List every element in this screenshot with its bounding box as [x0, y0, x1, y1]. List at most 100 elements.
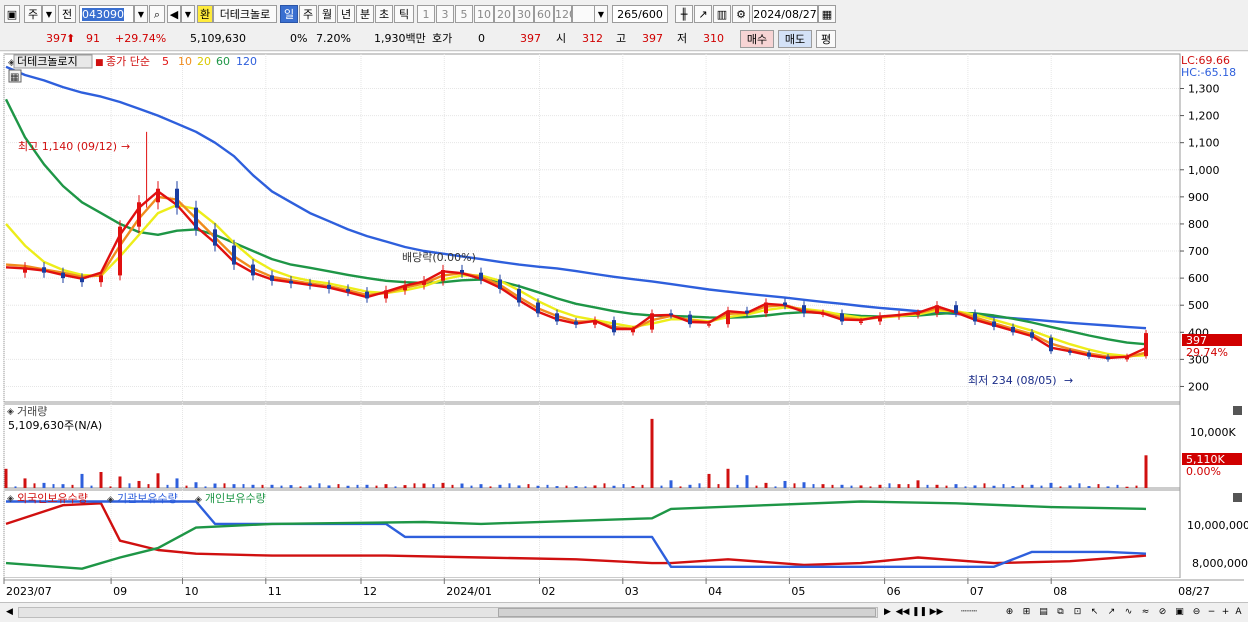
prev-button[interactable]: 전	[58, 5, 76, 23]
volume-bar	[213, 483, 217, 488]
rewind-icon[interactable]: ◀◀	[895, 606, 910, 619]
candle	[23, 267, 27, 273]
volume-bar	[52, 484, 55, 488]
candle	[992, 321, 996, 327]
candle	[517, 288, 521, 303]
minute-5-button[interactable]: 5	[455, 5, 473, 23]
crosshair-icon[interactable]: ⊕	[1002, 606, 1017, 619]
volume-tick-label: 10,000K	[1190, 426, 1236, 439]
period-minute-button[interactable]: 분	[356, 5, 374, 23]
link-icon[interactable]: ⊘	[1155, 606, 1170, 619]
date-tick-label: 11	[268, 585, 282, 598]
scroll-thumb[interactable]	[498, 608, 876, 617]
code-dropdown-icon[interactable]: ▼	[134, 5, 148, 23]
buy-button[interactable]: 매수	[740, 30, 774, 48]
pause-icon[interactable]: ❚❚	[912, 606, 927, 619]
chart-scrollbar[interactable]: ◀ ▶ ◀◀ ❚❚ ▶▶ ┄┄┄ ⊕ ⊞ ▤ ⧉ ⊡ ↖ ↗ ∿ ≈ ⊘ ▣ ⊖…	[0, 602, 1248, 622]
sound-dropdown-icon[interactable]: ▼	[181, 5, 195, 23]
stock-name[interactable]: 더테크놀로	[213, 5, 277, 23]
candle	[460, 269, 464, 273]
minute-30-button[interactable]: 30	[514, 5, 534, 23]
date-tick-label: 02	[542, 585, 556, 598]
exchange-button[interactable]: 환	[197, 5, 213, 23]
hoga-label: 호가	[432, 32, 453, 45]
volume-bar	[175, 478, 179, 488]
volume-bar	[251, 484, 255, 488]
period-first-button[interactable]: 주	[24, 5, 42, 23]
volume-bar	[90, 485, 93, 488]
arrow-tool-icon[interactable]: ↖	[1087, 606, 1102, 619]
minute-20-button[interactable]: 20	[494, 5, 514, 23]
minute-10-button[interactable]: 10	[474, 5, 494, 23]
candle	[1011, 326, 1015, 333]
sound-icon[interactable]: ◀	[167, 5, 181, 23]
period-second-button[interactable]: 초	[375, 5, 393, 23]
candle	[251, 264, 255, 276]
trend-tool-icon[interactable]: ↗	[1104, 606, 1119, 619]
minute-dropdown-icon[interactable]: ▼	[594, 5, 608, 23]
print-icon[interactable]: ▥	[713, 5, 731, 23]
volume-bar	[308, 485, 312, 488]
capture-icon[interactable]: ▣	[1172, 606, 1187, 619]
date-tick-label: 10	[185, 585, 199, 598]
minute-60-button[interactable]: 60	[534, 5, 554, 23]
price-tick-label: 700	[1188, 245, 1209, 258]
zoom-out-icon[interactable]: ⊖	[1189, 606, 1204, 619]
minute-1-button[interactable]: 1	[417, 5, 435, 23]
turnover-ratio: 7.20%	[316, 32, 351, 45]
code-input[interactable]: 043090	[79, 5, 134, 23]
stock-chart[interactable]: 2003004005006007008009001,0001,1001,2001…	[0, 52, 1248, 602]
period-tick-button[interactable]: 틱	[394, 5, 414, 23]
candle-type-icon[interactable]: ╫	[675, 5, 693, 23]
high-label: 고	[616, 32, 627, 45]
holdings-pane-close-icon[interactable]	[1233, 493, 1242, 502]
calendar-icon[interactable]: ▦	[818, 5, 836, 23]
split-view-icon[interactable]: ⊞	[1019, 606, 1034, 619]
volume-value: 5,109,630	[190, 32, 246, 45]
gear-icon[interactable]: ⚙	[732, 5, 750, 23]
sell-button[interactable]: 매도	[778, 30, 812, 48]
count-input[interactable]: 265/600	[612, 5, 668, 23]
draw-tool-icon[interactable]: ↗	[694, 5, 712, 23]
holdings-tick-2: 8,000,000	[1192, 557, 1248, 570]
volume-bar	[337, 484, 340, 488]
zoom-slider[interactable]: ┄┄┄	[950, 606, 988, 619]
search-icon[interactable]: ⌕	[149, 5, 165, 23]
wave-tool-icon[interactable]: ≈	[1138, 606, 1153, 619]
holdings-tick-1: 10,000,000	[1187, 519, 1248, 532]
window-icon[interactable]: ▣	[4, 5, 20, 23]
candle	[555, 313, 559, 322]
volume-pane-close-icon[interactable]	[1233, 406, 1242, 415]
volume-last-pct: 0.00%	[1186, 465, 1221, 478]
pin-icon[interactable]: ⊡	[1070, 606, 1085, 619]
scroll-left-icon[interactable]: ◀	[2, 606, 17, 619]
volume-bar	[574, 486, 578, 488]
minute-3-button[interactable]: 3	[436, 5, 454, 23]
candle	[42, 267, 46, 273]
period-month-button[interactable]: 월	[318, 5, 336, 23]
candle	[707, 324, 711, 326]
period-day-button[interactable]: 일	[280, 5, 298, 23]
minute-120-button[interactable]: 120	[554, 5, 576, 23]
volume-bar	[118, 476, 122, 488]
text-tool-icon[interactable]: A	[1231, 606, 1246, 619]
volume-bar	[755, 485, 758, 488]
scroll-right-icon[interactable]: ▶	[880, 606, 895, 619]
volume-bar	[441, 482, 445, 488]
forward-icon[interactable]: ▶▶	[929, 606, 944, 619]
volume-bar	[1049, 482, 1053, 488]
minus-icon[interactable]: −	[1204, 606, 1219, 619]
volume-bar	[223, 483, 226, 488]
period-week-button[interactable]: 주	[299, 5, 317, 23]
chevron-down-icon[interactable]: ▼	[42, 5, 56, 23]
period-year-button[interactable]: 년	[337, 5, 355, 23]
copy-icon[interactable]: ⧉	[1053, 606, 1068, 619]
code-value: 043090	[82, 8, 124, 21]
fibo-tool-icon[interactable]: ∿	[1121, 606, 1136, 619]
high-price: 397	[642, 32, 663, 45]
layout-icon[interactable]: ▤	[1036, 606, 1051, 619]
volume-bar	[869, 486, 872, 488]
date-input[interactable]: 2024/08/27	[752, 5, 818, 23]
volume-bar	[641, 484, 644, 488]
eval-button[interactable]: 평	[816, 30, 836, 48]
